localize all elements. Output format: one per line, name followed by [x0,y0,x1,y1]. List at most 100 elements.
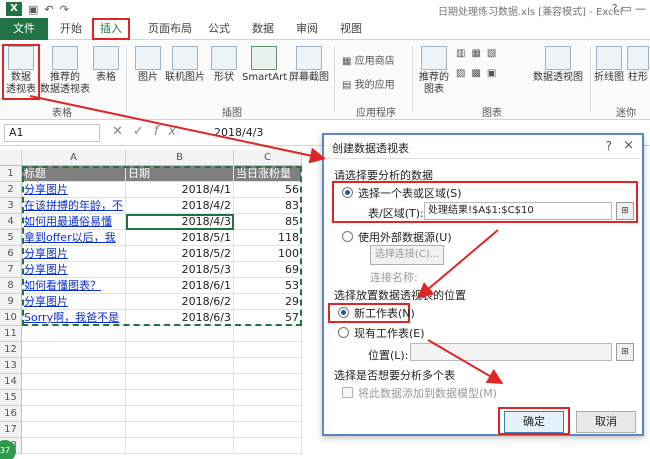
radio-external-source[interactable] [342,231,353,242]
app-store-button[interactable]: ▦ 应用商店 [342,52,395,67]
table-cell[interactable]: 在该拼搏的年龄，不 [22,198,126,214]
add-to-model-checkbox[interactable] [342,387,353,398]
table-cell[interactable]: 118 [234,230,302,246]
radio-select-range[interactable] [342,187,353,198]
row-header[interactable]: 5 [0,230,22,246]
recommended-charts-button[interactable]: 推荐的 图表 [418,46,450,96]
empty-cell[interactable] [22,422,126,438]
tab-insert[interactable]: 插入 [92,18,130,40]
table-cell[interactable]: 2018/6/2 [126,294,234,310]
row-header[interactable]: 8 [0,278,22,294]
empty-cell[interactable] [234,406,302,422]
table-cell[interactable]: 2018/4/1 [126,182,234,198]
empty-cell[interactable] [234,390,302,406]
chart-types-icons-2[interactable]: ▨▩▣ [456,68,502,79]
enter-icon[interactable]: ✓ [133,124,154,139]
empty-cell[interactable] [22,406,126,422]
column-header-c[interactable]: C [234,150,302,166]
row-header[interactable]: 9 [0,294,22,310]
tab-home[interactable]: 开始 [54,18,88,40]
empty-cell[interactable] [22,374,126,390]
my-apps-button[interactable]: ▤ 我的应用 [342,76,395,91]
tab-review[interactable]: 审阅 [290,18,324,40]
empty-cell[interactable] [126,422,234,438]
row-header[interactable]: 7 [0,262,22,278]
online-pictures-button[interactable]: 联机图片 [164,46,206,84]
row-header[interactable]: 10 [0,310,22,326]
row-header[interactable]: 4 [0,214,22,230]
empty-cell[interactable] [22,342,126,358]
row-header[interactable]: 6 [0,246,22,262]
empty-cell[interactable] [234,326,302,342]
row-header[interactable]: 13 [0,358,22,374]
radio-existing-worksheet[interactable] [338,327,349,338]
tab-data[interactable]: 数据 [246,18,280,40]
row-header[interactable]: 2 [0,182,22,198]
range-input[interactable]: 处理结果!$A$1:$C$10 [424,202,612,220]
chart-types-icons[interactable]: ▥▦▧ [456,48,502,59]
header-cell[interactable]: 标题 [22,166,126,182]
table-cell[interactable]: 100 [234,246,302,262]
column-header-a[interactable]: A [22,150,126,166]
redo-icon[interactable]: ↷ [60,3,69,16]
table-cell[interactable]: 如何看懂图表？ [22,278,126,294]
empty-cell[interactable] [126,342,234,358]
undo-icon[interactable]: ↶ [44,3,53,16]
row-header[interactable]: 3 [0,198,22,214]
pivot-chart-button[interactable]: 数据透视图 [532,46,584,84]
empty-cell[interactable] [22,326,126,342]
tab-file[interactable]: 文件 [0,18,48,40]
empty-cell[interactable] [126,390,234,406]
table-cell[interactable]: 69 [234,262,302,278]
range-picker-icon[interactable]: ⊞ [616,202,634,220]
table-cell[interactable]: 53 [234,278,302,294]
recommended-pivot-button[interactable]: 推荐的 数据透视表 [40,46,90,96]
shapes-button[interactable]: 形状 [208,46,240,84]
row-header[interactable]: 12 [0,342,22,358]
empty-cell[interactable] [22,358,126,374]
line-sparkline-button[interactable]: 折线图 [594,46,624,84]
screenshot-button[interactable]: 屏幕截图 [288,46,330,84]
smartart-button[interactable]: SmartArt [242,46,287,84]
window-controls[interactable]: ? ▭ — [612,2,646,15]
location-input[interactable] [410,343,612,361]
table-cell[interactable]: 分享图片 [22,262,126,278]
tab-page-layout[interactable]: 页面布局 [142,18,198,40]
row-header[interactable]: 17 [0,422,22,438]
name-box[interactable]: A1 [4,124,100,142]
empty-cell[interactable] [234,342,302,358]
save-icon[interactable]: ▣ [28,3,38,16]
pivot-table-button[interactable]: 数据 透视表 [4,46,38,96]
table-cell[interactable]: 2018/5/1 [126,230,234,246]
empty-cell[interactable] [22,438,126,454]
tab-view[interactable]: 视图 [334,18,368,40]
fx-icon[interactable]: fx [154,124,186,139]
table-cell[interactable]: 2018/4/2 [126,198,234,214]
table-cell[interactable]: 85 [234,214,302,230]
location-picker-icon[interactable]: ⊞ [616,343,634,361]
header-cell[interactable]: 日期 [126,166,234,182]
empty-cell[interactable] [234,422,302,438]
row-header[interactable]: 15 [0,390,22,406]
table-cell[interactable]: 分享图片 [22,182,126,198]
empty-cell[interactable] [234,358,302,374]
table-cell[interactable]: 2018/5/3 [126,262,234,278]
table-cell[interactable]: 2018/6/3 [126,310,234,326]
table-cell[interactable]: 83 [234,198,302,214]
empty-cell[interactable] [234,374,302,390]
table-cell[interactable]: 拿到offer以后，我 [22,230,126,246]
table-cell[interactable]: 57 [234,310,302,326]
table-cell[interactable]: 29 [234,294,302,310]
empty-cell[interactable] [126,438,234,454]
cancel-button[interactable]: 取消 [576,411,636,433]
table-cell[interactable]: 2018/4/3 [126,214,234,230]
select-all-corner[interactable] [0,150,22,166]
empty-cell[interactable] [126,374,234,390]
table-cell[interactable]: Sorry啊，我爸不是 [22,310,126,326]
ok-button[interactable]: 确定 [504,411,564,433]
empty-cell[interactable] [126,358,234,374]
row-header[interactable]: 14 [0,374,22,390]
column-sparkline-button[interactable]: 柱形 [626,46,650,84]
pictures-button[interactable]: 图片 [134,46,162,84]
column-header-b[interactable]: B [126,150,234,166]
